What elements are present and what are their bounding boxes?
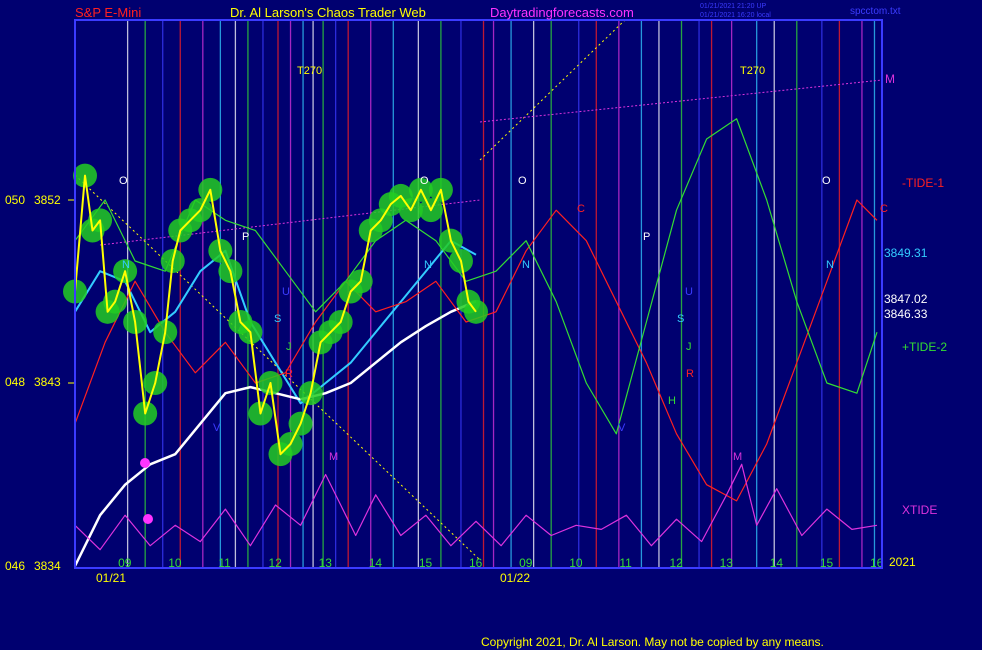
marker-n-3: N bbox=[522, 259, 530, 271]
marker-n-2: N bbox=[424, 259, 432, 271]
marker-o-1: O bbox=[119, 175, 128, 187]
marker-n-1: N bbox=[122, 259, 130, 271]
marker-c-1: C bbox=[577, 203, 585, 215]
marker-v-2: V bbox=[618, 422, 626, 434]
marker-o-4: O bbox=[822, 175, 831, 187]
y-tick-price-3834: 3834 bbox=[34, 559, 61, 573]
copyright-notice: Copyright 2021, Dr. Al Larson. May not b… bbox=[481, 635, 824, 649]
marker-o-2: O bbox=[420, 175, 429, 187]
marker-r-2: R bbox=[686, 368, 694, 380]
diagonal-dotted-up bbox=[479, 19, 626, 161]
site-url[interactable]: Daytradingforecasts.com bbox=[490, 5, 634, 20]
year-label: 2021 bbox=[889, 555, 916, 569]
marker-v-1: V bbox=[213, 422, 221, 434]
marker-j-2: J bbox=[686, 341, 692, 353]
site-title: Dr. Al Larson's Chaos Trader Web bbox=[230, 5, 426, 20]
marker-s-1: S bbox=[274, 313, 281, 325]
marker-h-1: H bbox=[668, 395, 676, 407]
marker-m-1: M bbox=[329, 451, 338, 463]
y-tick-price-3843: 3843 bbox=[34, 375, 61, 389]
data-file-name: spcctom.txt bbox=[850, 6, 901, 17]
y-tick-price-3852: 3852 bbox=[34, 193, 61, 207]
plot-frame bbox=[74, 19, 883, 569]
y-tick-left-3834: 046 bbox=[5, 559, 25, 573]
marker-t270-a: T270 bbox=[297, 65, 322, 77]
label-last-price: 3846.33 bbox=[884, 307, 928, 321]
marker-p-2: P bbox=[643, 231, 650, 243]
chart-canvas: 09 10 11 12 13 14 15 16 09 10 11 12 13 14 15 16 S&P E-M… bbox=[5, 3, 947, 585]
marker-j-1: J bbox=[286, 341, 292, 353]
marker-t270-b: T270 bbox=[740, 65, 765, 77]
label-m-line: M bbox=[885, 72, 895, 86]
marker-s-2: S bbox=[677, 313, 684, 325]
marker-r-1: R bbox=[285, 368, 293, 380]
marker-n-4: N bbox=[826, 259, 834, 271]
series-line-384702 bbox=[73, 300, 477, 567]
marker-p-1: P bbox=[242, 231, 249, 243]
price-bubbles bbox=[63, 163, 488, 524]
timestamp-utc: 01/21/2021 21:20 UP bbox=[700, 3, 766, 10]
marker-m-2: M bbox=[733, 451, 742, 463]
pivot-dot bbox=[143, 514, 153, 524]
date-label-0122: 01/22 bbox=[500, 571, 530, 585]
timestamp-local: 01/21/2021 16:20 local bbox=[700, 12, 771, 19]
y-tick-left-3843: 048 bbox=[5, 375, 25, 389]
date-label-0121: 01/21 bbox=[96, 571, 126, 585]
y-tick-left-3852: 050 bbox=[5, 193, 25, 207]
label-tide-2: +TIDE-2 bbox=[902, 340, 947, 354]
marker-c-2: C bbox=[880, 203, 888, 215]
pivot-dot bbox=[140, 458, 150, 468]
price-bubble bbox=[463, 299, 488, 324]
text-layer: 09 10 11 12 13 14 15 16 09 10 11 12 13 14 15 16 bbox=[68, 199, 884, 570]
symbol-title: S&P E-Mini bbox=[75, 5, 141, 20]
label-cyan-ma: 3849.31 bbox=[884, 246, 928, 260]
marker-u-1: U bbox=[282, 286, 290, 298]
label-xtide: XTIDE bbox=[902, 503, 937, 517]
vertical-event-lines bbox=[74, 19, 883, 568]
label-tide-1: -TIDE-1 bbox=[902, 176, 944, 190]
marker-u-2: U bbox=[685, 286, 693, 298]
marker-o-3: O bbox=[518, 175, 527, 187]
label-white-ma: 3847.02 bbox=[884, 292, 928, 306]
